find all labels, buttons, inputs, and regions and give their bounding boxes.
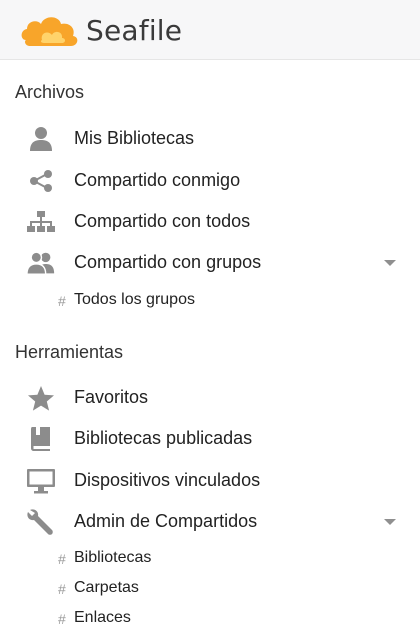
files-section-title: Archivos [15, 82, 85, 102]
nav-label-linked-devices: Dispositivos vinculados [74, 470, 261, 490]
nav-item-my-libraries[interactable]: Mis Bibliotecas [0, 119, 420, 159]
wrench-icon [26, 509, 56, 535]
monitor-icon [26, 469, 56, 494]
tools-section-title: Herramientas [15, 342, 124, 362]
book-icon [26, 427, 56, 451]
star-icon [26, 386, 56, 411]
sub-label-libraries: Bibliotecas [74, 549, 152, 566]
nav-item-published-libraries[interactable]: Bibliotecas publicadas [0, 419, 420, 459]
nav-item-shared-with-groups[interactable]: Compartido con grupos [0, 243, 420, 283]
brand-name[interactable]: Seafile [86, 14, 182, 47]
nav-item-share-admin[interactable]: Admin de Compartidos [0, 502, 420, 542]
hash-icon: # [58, 293, 66, 309]
sub-item-libraries[interactable]: # Bibliotecas [0, 546, 420, 574]
seafile-logo-icon[interactable] [20, 10, 84, 55]
nav-item-shared-with-me[interactable]: Compartido conmigo [0, 161, 420, 201]
nav-label-published-libraries: Bibliotecas publicadas [74, 428, 253, 448]
nav-item-favorites[interactable]: Favoritos [0, 378, 420, 418]
nav-item-linked-devices[interactable]: Dispositivos vinculados [0, 461, 420, 501]
chevron-down-icon[interactable] [384, 260, 396, 266]
nav-label-shared-with-groups: Compartido con grupos [74, 252, 262, 272]
hash-icon: # [58, 611, 66, 627]
user-icon [26, 127, 56, 151]
group-icon [26, 251, 56, 275]
org-chart-icon [26, 210, 56, 234]
hash-icon: # [58, 581, 66, 597]
share-icon [26, 169, 56, 193]
sub-label-folders: Carpetas [74, 579, 139, 596]
sub-item-links[interactable]: # Enlaces [0, 606, 420, 634]
sub-item-all-groups[interactable]: # Todos los grupos [0, 288, 420, 316]
sub-label-all-groups: Todos los grupos [74, 291, 195, 308]
sub-label-links: Enlaces [74, 609, 131, 626]
nav-label-shared-with-all: Compartido con todos [74, 211, 251, 231]
chevron-down-icon[interactable] [384, 519, 396, 525]
nav-label-favorites: Favoritos [74, 387, 149, 407]
nav-label-share-admin: Admin de Compartidos [74, 511, 258, 531]
app-header: Seafile [0, 0, 420, 60]
sub-item-folders[interactable]: # Carpetas [0, 576, 420, 604]
nav-item-shared-with-all[interactable]: Compartido con todos [0, 202, 420, 242]
hash-icon: # [58, 551, 66, 567]
nav-label-my-libraries: Mis Bibliotecas [74, 128, 195, 148]
nav-label-shared-with-me: Compartido conmigo [74, 170, 241, 190]
